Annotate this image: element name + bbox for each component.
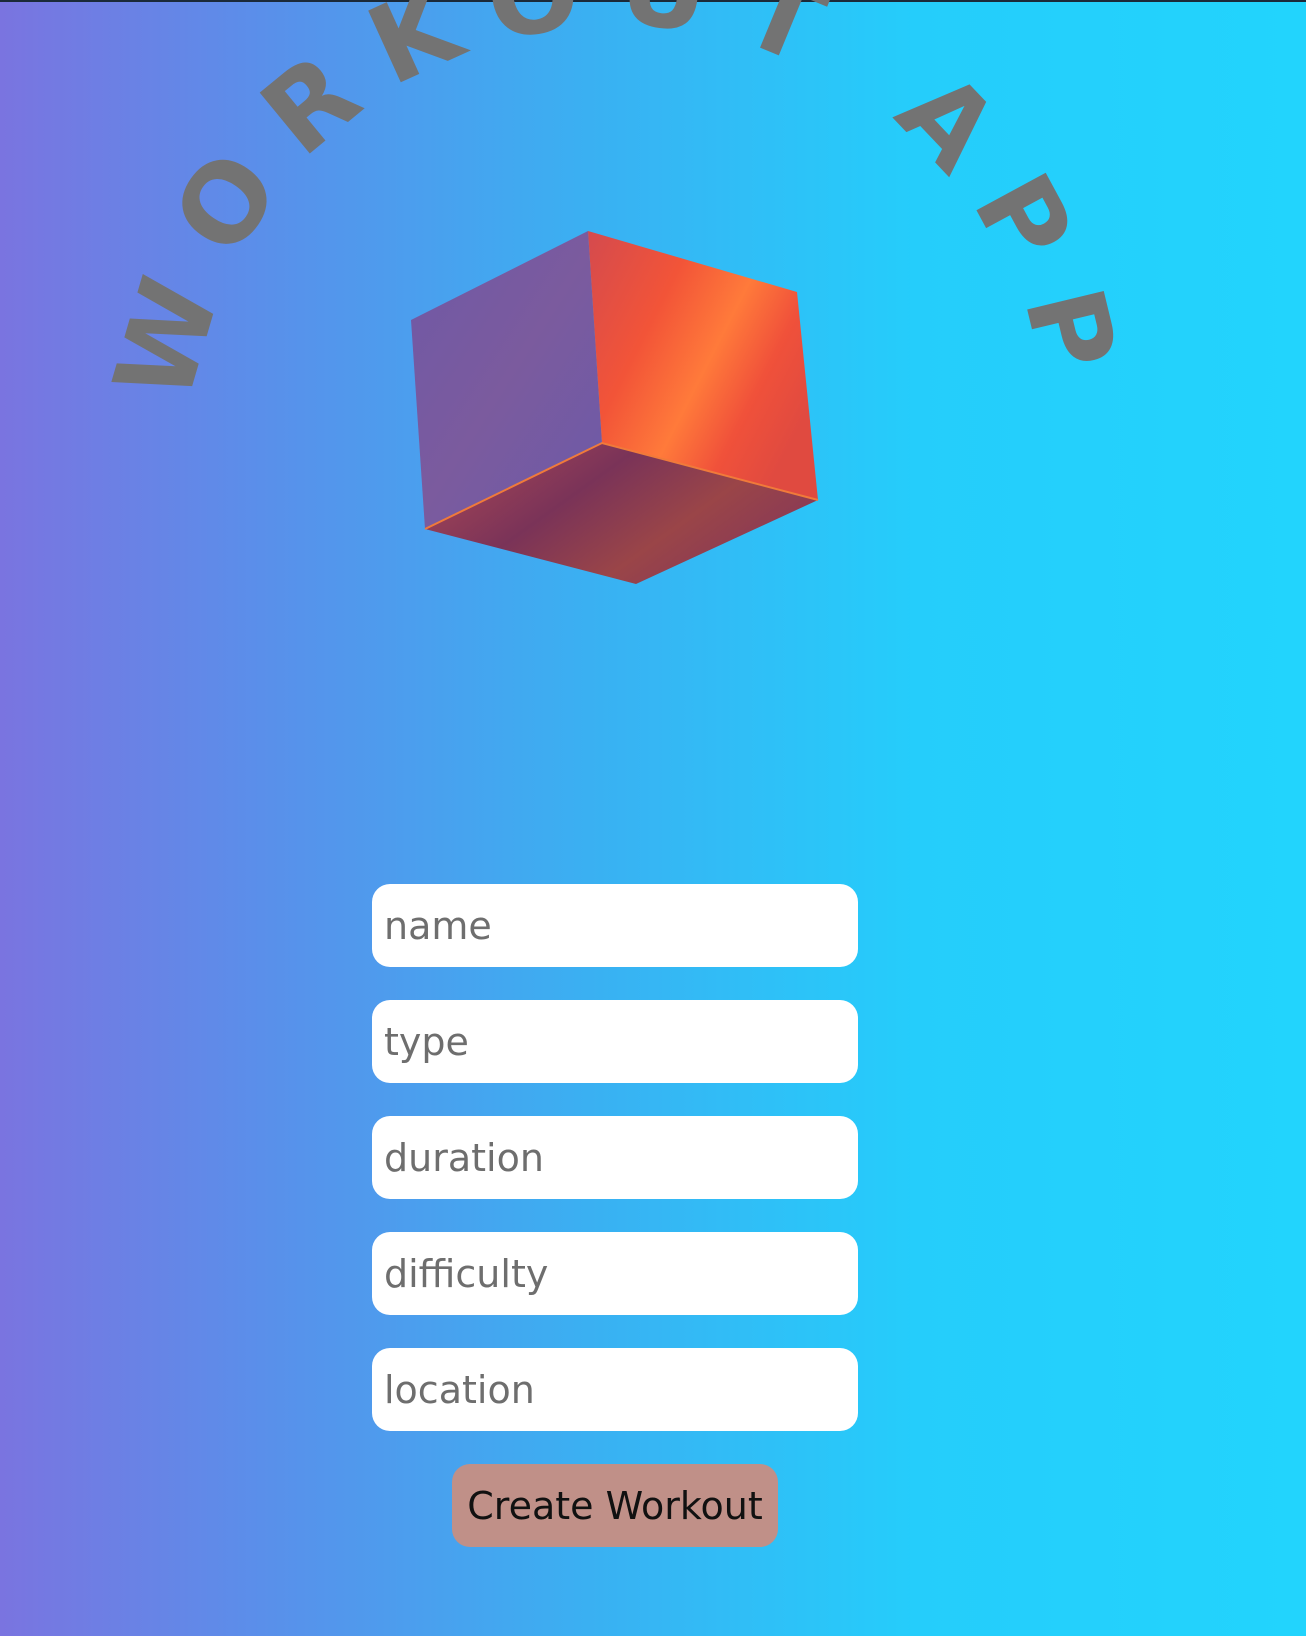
duration-input[interactable]: [372, 1116, 858, 1199]
create-workout-form: Create Workout: [372, 884, 858, 1547]
location-input[interactable]: [372, 1348, 858, 1431]
difficulty-input[interactable]: [372, 1232, 858, 1315]
app-header: WORKOUT APP: [91, 0, 1115, 584]
name-input[interactable]: [372, 884, 858, 967]
create-workout-button[interactable]: Create Workout: [452, 1464, 778, 1547]
type-input[interactable]: [372, 1000, 858, 1083]
3d-cube-icon: [411, 231, 819, 584]
submit-row: Create Workout: [372, 1464, 858, 1547]
